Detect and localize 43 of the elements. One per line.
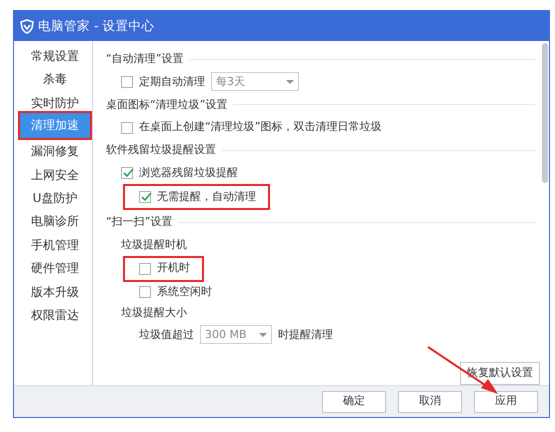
- caret-icon: [259, 332, 267, 337]
- checkbox[interactable]: [139, 286, 151, 298]
- section-title: 桌面图标“清理垃圾”设置: [106, 96, 228, 113]
- dialog-button[interactable]: 确定: [322, 390, 386, 412]
- section-title: “自动清理”设置: [106, 50, 184, 67]
- field-label: 垃圾值超过: [139, 326, 194, 343]
- dialog-button[interactable]: 应用: [474, 390, 538, 412]
- checkbox-label: 无需提醒，自动清理: [157, 188, 256, 205]
- checkbox[interactable]: [121, 76, 133, 88]
- sidebar-item[interactable]: 版本升级: [18, 278, 92, 302]
- sidebar-item[interactable]: 电脑诊所: [18, 208, 92, 232]
- field-label: 时提醒清理: [278, 326, 333, 343]
- sidebar-item[interactable]: 权限雷达: [18, 302, 92, 326]
- dropdown-value: 每3天: [216, 74, 245, 90]
- checkbox-label: 在桌面上创建“清理垃圾”图标，双击清理日常垃圾: [139, 119, 382, 136]
- window-title: 电脑管家 - 设置中心: [38, 16, 154, 35]
- checkbox[interactable]: [139, 190, 151, 203]
- checkbox[interactable]: [139, 262, 151, 275]
- checkbox-label: 浏览器残留垃圾提醒: [139, 164, 238, 181]
- sidebar-item[interactable]: 硬件管理: [18, 255, 92, 279]
- shield-icon: [20, 18, 34, 34]
- caret-icon: [286, 80, 294, 84]
- dropdown-value: 300 MB: [205, 326, 247, 343]
- section-title: 软件残留垃圾提醒设置: [106, 142, 216, 158]
- checkbox[interactable]: [121, 167, 133, 180]
- sidebar-item[interactable]: 手机管理: [18, 232, 92, 256]
- section-title: “扫一扫”设置: [106, 214, 172, 230]
- sidebar-item[interactable]: 漏洞修复: [18, 138, 92, 162]
- dropdown[interactable]: 300 MB: [200, 325, 272, 344]
- checkbox-label: 系统空闲时: [157, 284, 212, 300]
- sidebar-item[interactable]: 杀毒: [18, 66, 92, 90]
- sidebar-item[interactable]: U盘防护: [18, 184, 92, 208]
- scrollbar-thumb[interactable]: [542, 43, 548, 183]
- dropdown[interactable]: 每3天: [211, 72, 299, 92]
- sidebar-item[interactable]: 上网安全: [18, 162, 92, 185]
- checkbox-label: 开机时: [157, 260, 190, 276]
- checkbox-label: 定期自动清理: [139, 74, 205, 90]
- sidebar-item[interactable]: 实时防护: [18, 90, 92, 114]
- subheading: 垃圾提醒大小: [121, 305, 187, 322]
- subheading: 垃圾提醒时机: [121, 236, 187, 253]
- checkbox[interactable]: [121, 122, 133, 134]
- sidebar-item[interactable]: 常规设置: [18, 43, 92, 66]
- dialog-button[interactable]: 取消: [398, 390, 462, 412]
